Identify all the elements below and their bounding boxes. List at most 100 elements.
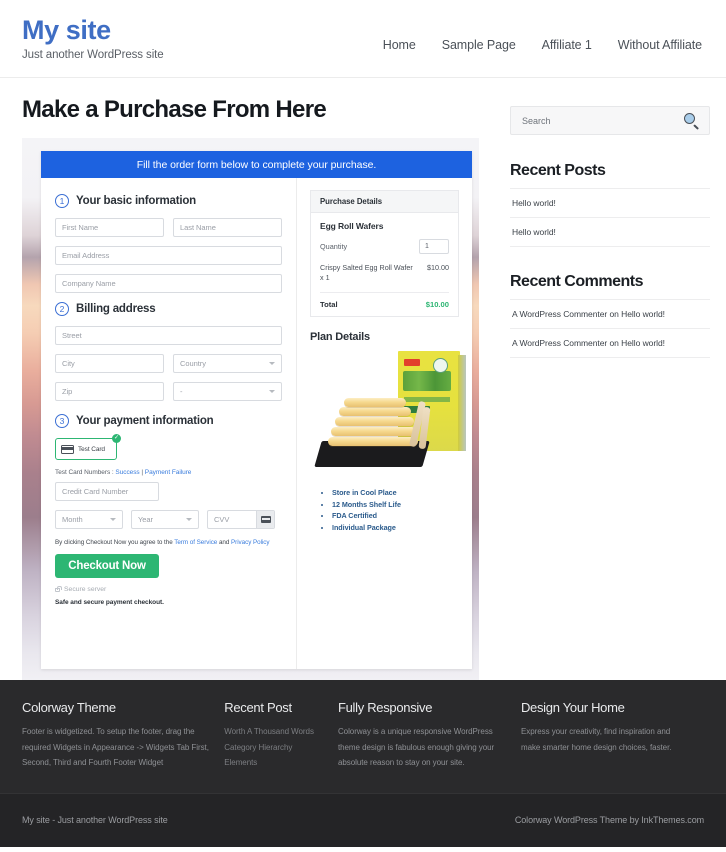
plan-feature: 12 Months Shelf Life [332,499,459,511]
zip-state-row: Zip - [55,382,282,410]
last-name-input[interactable]: Last Name [173,218,282,237]
footer-widget-3: Fully Responsive Colorway is a unique re… [338,700,521,771]
test-card-failure-link[interactable]: Payment Failure [145,469,192,476]
footer-site-credit: My site - Just another WordPress site [22,815,168,826]
line-item: Crispy Salted Egg Roll Wafer x 1 $10.00 [320,263,449,293]
product-name: Egg Roll Wafers [320,221,384,231]
footer-recent-post-list: Worth A Thousand Words Category Hierarch… [224,724,338,771]
quantity-label: Quantity [320,242,348,251]
sidebar: Search Recent Posts Hello world! Hello w… [500,78,726,680]
product-image [314,349,466,477]
list-item[interactable]: Hello world! [510,217,710,247]
step-3-label: Your payment information [76,415,214,427]
total-label: Total [320,299,338,309]
product-box-logo [404,358,420,366]
zip-input[interactable]: Zip [55,382,164,401]
list-item[interactable]: A WordPress Commenter on Hello world! [510,328,710,358]
list-item[interactable]: A WordPress Commenter on Hello world! [510,299,710,328]
test-card-option[interactable]: Test Card ✓ [55,434,121,460]
order-form-fields: 1 Your basic information First Name Last… [41,178,297,669]
recent-post-link[interactable]: Hello world! [512,227,556,237]
footer-widget-1-text: Footer is widgetized. To setup the foote… [22,727,209,768]
plan-feature: FDA Certified [332,510,459,522]
nav-item-without-affiliate[interactable]: Without Affiliate [618,38,702,52]
lock-icon [55,585,62,592]
quantity-input[interactable]: 1 [419,239,449,254]
recent-comment-link[interactable]: A WordPress Commenter on Hello world! [512,338,665,348]
step-2-label: Billing address [76,303,156,315]
credit-card-number-input[interactable]: Credit Card Number [55,482,159,501]
expiry-year-select[interactable]: Year [131,510,199,529]
state-select-value: - [180,387,183,396]
street-input[interactable]: Street [55,326,282,345]
city-country-row: City Country [55,354,282,382]
order-form-body: 1 Your basic information First Name Last… [41,178,472,669]
country-select-value: Country [180,359,206,368]
total-value: $10.00 [425,299,449,309]
widget-title-recent-comments: Recent Comments [510,273,643,290]
terms-middle: and [217,539,232,546]
cvv-input[interactable]: CVV [207,510,275,529]
step-1-number: 1 [55,194,69,208]
order-form-banner: Fill the order form below to complete yo… [41,151,472,178]
order-form-card: Fill the order form below to complete yo… [41,151,472,669]
expiry-month-select[interactable]: Month [55,510,123,529]
egg-roll [331,426,416,436]
brand-block: My site Just another WordPress site [22,14,164,62]
plan-features-list: Store in Cool Place 12 Months Shelf Life… [332,487,459,534]
email-input[interactable]: Email Address [55,246,282,265]
order-summary-column: Purchase Details Egg Roll Wafers Quantit… [297,178,472,669]
recent-comment-link[interactable]: A WordPress Commenter on Hello world! [512,309,665,319]
footer-list-item[interactable]: Elements [224,755,338,771]
company-name-input[interactable]: Company Name [55,274,282,293]
terms-notice: By clicking Checkout Now you agree to th… [55,539,282,546]
egg-roll [344,397,406,407]
footer-widgets: Colorway Theme Footer is widgetized. To … [0,680,726,793]
footer-bottom-bar: My site - Just another WordPress site Co… [0,792,726,847]
footer-widget-4-text: Express your creativity, find inspiratio… [520,727,672,752]
page-title: Make a Purchase From Here [22,96,327,123]
credit-card-icon [61,444,74,454]
footer-post-link[interactable]: Elements [224,758,257,767]
product-box-chinese-text [403,370,451,391]
search-icon[interactable] [684,113,699,130]
test-card-success-link[interactable]: Success [115,469,139,476]
step-3-heading: 3 Your payment information [55,414,282,428]
chevron-down-icon [110,518,116,521]
checkout-now-button[interactable]: Checkout Now [55,554,159,578]
purchase-details-panel: Purchase Details Egg Roll Wafers Quantit… [310,190,459,317]
egg-roll-stack [326,391,431,453]
recent-posts-list: Hello world! Hello world! [510,188,710,247]
footer-list-item[interactable]: Worth A Thousand Words [224,724,338,740]
nav-item-sample-page[interactable]: Sample Page [442,38,516,52]
widget-title-recent-posts: Recent Posts [510,162,606,179]
cvv-help-button[interactable] [256,511,274,528]
footer-post-link[interactable]: Category Hierarchy [224,743,292,752]
country-select[interactable]: Country [173,354,282,373]
nav-item-home[interactable]: Home [383,38,416,52]
footer-post-link[interactable]: Worth A Thousand Words [224,727,314,736]
line-item-price: $10.00 [427,263,449,272]
card-expiry-row: Month Year CVV [55,510,282,538]
plan-details-heading: Plan Details [310,330,370,343]
total-row: Total $10.00 [320,293,449,309]
footer-theme-credit[interactable]: Colorway WordPress Theme by InkThemes.co… [515,815,704,825]
chevron-down-icon [186,518,192,521]
card-back-icon [260,516,271,523]
recent-comments-list: A WordPress Commenter on Hello world! A … [510,299,710,358]
step-1-heading: 1 Your basic information [55,194,282,208]
search-widget[interactable]: Search [510,106,710,135]
quantity-row: Quantity 1 [320,239,449,254]
state-select[interactable]: - [173,382,282,401]
site-title[interactable]: My site [22,16,164,45]
list-item[interactable]: Hello world! [510,188,710,217]
nav-item-affiliate-1[interactable]: Affiliate 1 [542,38,592,52]
first-name-input[interactable]: First Name [55,218,164,237]
privacy-policy-link[interactable]: Privacy Policy [231,539,270,546]
search-input[interactable]: Search [522,116,551,126]
terms-of-service-link[interactable]: Term of Service [174,539,217,546]
footer-list-item[interactable]: Category Hierarchy [224,740,338,756]
recent-post-link[interactable]: Hello world! [512,198,556,208]
city-input[interactable]: City [55,354,164,373]
content-wrapper: Make a Purchase From Here Fill the order… [0,78,726,680]
